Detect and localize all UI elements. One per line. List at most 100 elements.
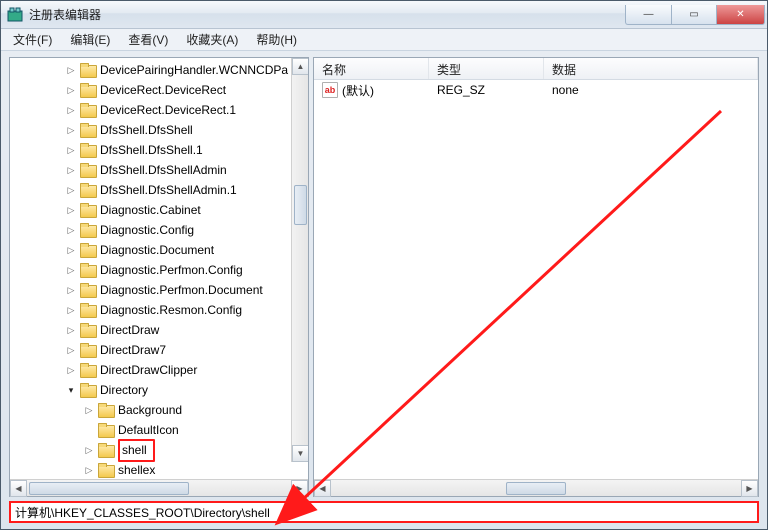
tree-node[interactable]: ▷DfsShell.DfsShellAdmin.1 (10, 180, 308, 200)
folder-icon (80, 363, 96, 377)
h-scroll-thumb[interactable] (29, 482, 189, 495)
scroll-up-button[interactable]: ▲ (292, 58, 309, 75)
menu-view[interactable]: 查看(V) (120, 29, 176, 50)
value-data: none (544, 83, 758, 97)
menubar: 文件(F) 编辑(E) 查看(V) 收藏夹(A) 帮助(H) (1, 29, 767, 51)
expander-closed-icon[interactable]: ▷ (64, 163, 78, 177)
scroll-right-button[interactable]: ▶ (741, 480, 758, 497)
expander-closed-icon[interactable]: ▷ (82, 443, 96, 457)
expander-closed-icon[interactable]: ▷ (64, 63, 78, 77)
folder-icon (80, 223, 96, 237)
tree-node[interactable]: ▷DirectDraw (10, 320, 308, 340)
expander-closed-icon[interactable]: ▷ (64, 203, 78, 217)
listview-body[interactable]: ab(默认)REG_SZnone (314, 80, 758, 479)
tree-node-label: DeviceRect.DeviceRect.1 (100, 101, 236, 120)
tree-node[interactable]: ▷DfsShell.DfsShell (10, 120, 308, 140)
tree-node[interactable]: ▷DevicePairingHandler.WCNNCDPa (10, 60, 308, 80)
registry-editor-window: 注册表编辑器 — ▭ ✕ 文件(F) 编辑(E) 查看(V) 收藏夹(A) 帮助… (0, 0, 768, 530)
scroll-track[interactable] (292, 75, 309, 445)
tree-node[interactable]: ▷ Diagnostic.Document (10, 240, 308, 260)
scroll-left-button[interactable]: ◀ (314, 480, 331, 497)
expander-none (82, 423, 96, 437)
expander-closed-icon[interactable]: ▷ (64, 323, 78, 337)
expander-closed-icon[interactable]: ▷ (64, 223, 78, 237)
h-scroll-track[interactable] (27, 480, 291, 497)
expander-closed-icon[interactable]: ▷ (64, 343, 78, 357)
tree-node-label: DfsShell.DfsShellAdmin (100, 161, 227, 180)
values-listview[interactable]: 名称 类型 数据 ab(默认)REG_SZnone (314, 58, 758, 479)
maximize-button[interactable]: ▭ (671, 5, 717, 25)
tree-node-label: Diagnostic.Document (100, 241, 214, 260)
titlebar[interactable]: 注册表编辑器 — ▭ ✕ (1, 1, 767, 29)
tree-node[interactable]: DefaultIcon (10, 420, 308, 440)
tree-node-label: shellex (118, 461, 155, 480)
expander-closed-icon[interactable]: ▷ (64, 183, 78, 197)
h-scroll-track[interactable] (331, 480, 741, 497)
tree-node[interactable]: ▾Directory (10, 380, 308, 400)
string-value-icon: ab (322, 82, 338, 98)
tree-node[interactable]: ▷ Diagnostic.Config (10, 220, 308, 240)
tree-horizontal-scrollbar[interactable]: ◀ ▶ (10, 479, 308, 496)
menu-help[interactable]: 帮助(H) (248, 29, 305, 50)
scroll-right-button[interactable]: ▶ (291, 480, 308, 497)
tree-node[interactable]: ▷ shell (10, 440, 308, 460)
tree-node[interactable]: ▷ DeviceRect.DeviceRect.1 (10, 100, 308, 120)
expander-open-icon[interactable]: ▾ (64, 383, 78, 397)
tree-vertical-scrollbar[interactable]: ▲ ▼ (291, 58, 308, 462)
tree-node-label: DirectDrawClipper (100, 361, 197, 380)
expander-closed-icon[interactable]: ▷ (64, 243, 78, 257)
tree-node[interactable]: ▷ shellex (10, 460, 308, 479)
expander-closed-icon[interactable]: ▷ (64, 123, 78, 137)
expander-closed-icon[interactable]: ▷ (64, 263, 78, 277)
value-row[interactable]: ab(默认)REG_SZnone (314, 80, 758, 100)
tree-node[interactable]: ▷Background (10, 400, 308, 420)
minimize-button[interactable]: — (625, 5, 671, 25)
scroll-thumb[interactable] (294, 185, 307, 225)
expander-closed-icon[interactable]: ▷ (82, 403, 96, 417)
values-horizontal-scrollbar[interactable]: ◀ ▶ (314, 479, 758, 496)
scroll-down-button[interactable]: ▼ (292, 445, 309, 462)
tree-node[interactable]: ▷DfsShell.DfsShell.1 (10, 140, 308, 160)
expander-closed-icon[interactable]: ▷ (64, 303, 78, 317)
value-type: REG_SZ (429, 83, 544, 97)
values-pane: 名称 类型 数据 ab(默认)REG_SZnone ◀ ▶ (313, 57, 759, 497)
folder-icon (80, 263, 96, 277)
folder-icon (80, 243, 96, 257)
menu-edit[interactable]: 编辑(E) (62, 29, 118, 50)
tree-node-label: shell (118, 439, 155, 462)
tree-view[interactable]: ▷DevicePairingHandler.WCNNCDPa▷DeviceRec… (10, 58, 308, 479)
column-header-type[interactable]: 类型 (429, 58, 544, 79)
h-scroll-thumb[interactable] (506, 482, 566, 495)
tree-node[interactable]: ▷Diagnostic.Resmon.Config (10, 300, 308, 320)
folder-icon (80, 283, 96, 297)
expander-closed-icon[interactable]: ▷ (64, 83, 78, 97)
tree-node[interactable]: ▷ DirectDrawClipper (10, 360, 308, 380)
menu-file[interactable]: 文件(F) (5, 29, 60, 50)
folder-icon (98, 443, 114, 457)
column-header-name[interactable]: 名称 (314, 58, 429, 79)
expander-closed-icon[interactable]: ▷ (82, 463, 96, 477)
expander-closed-icon[interactable]: ▷ (64, 283, 78, 297)
folder-icon (80, 83, 96, 97)
tree-node-label: Diagnostic.Perfmon.Config (100, 261, 243, 280)
tree-node-label: Diagnostic.Config (100, 221, 194, 240)
folder-icon (80, 383, 96, 397)
folder-icon (80, 103, 96, 117)
expander-closed-icon[interactable]: ▷ (64, 143, 78, 157)
tree-node[interactable]: ▷Diagnostic.Cabinet (10, 200, 308, 220)
tree-node[interactable]: ▷DirectDraw7 (10, 340, 308, 360)
tree-node-label: DefaultIcon (118, 421, 179, 440)
tree-node-label: Diagnostic.Perfmon.Document (100, 281, 263, 300)
window-controls: — ▭ ✕ (625, 5, 765, 25)
column-header-data[interactable]: 数据 (544, 58, 758, 79)
tree-node[interactable]: ▷ Diagnostic.Perfmon.Document (10, 280, 308, 300)
menu-favorites[interactable]: 收藏夹(A) (178, 29, 246, 50)
tree-node[interactable]: ▷ Diagnostic.Perfmon.Config (10, 260, 308, 280)
close-button[interactable]: ✕ (717, 5, 765, 25)
scroll-left-button[interactable]: ◀ (10, 480, 27, 497)
expander-closed-icon[interactable]: ▷ (64, 363, 78, 377)
tree-node[interactable]: ▷DeviceRect.DeviceRect (10, 80, 308, 100)
tree-node[interactable]: ▷ DfsShell.DfsShellAdmin (10, 160, 308, 180)
app-icon (7, 7, 23, 23)
expander-closed-icon[interactable]: ▷ (64, 103, 78, 117)
